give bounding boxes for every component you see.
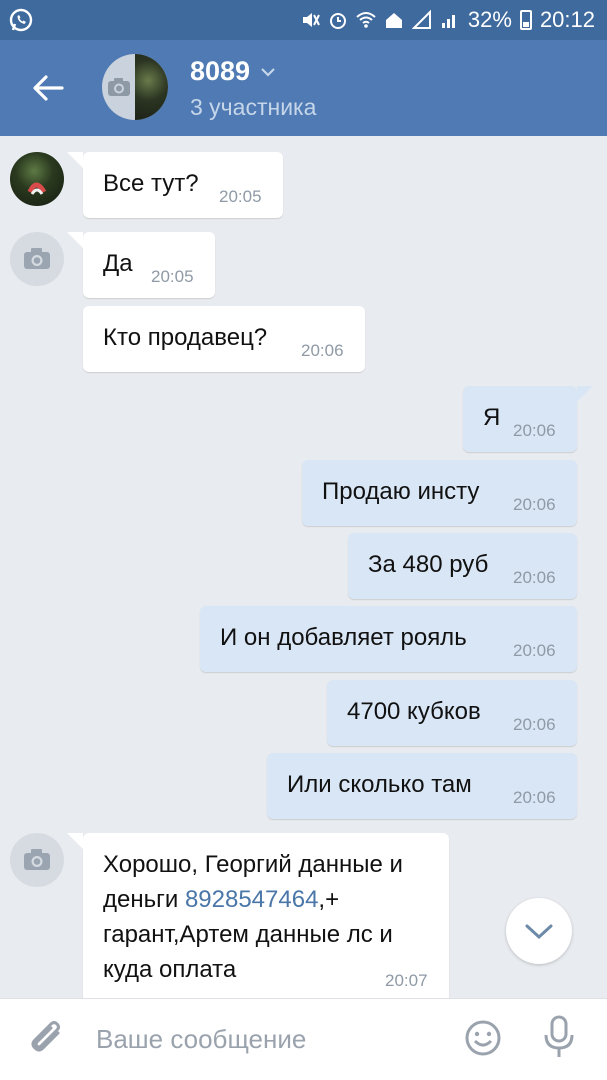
message-list[interactable]: Все тут? 20:05 Да 20:05 Кто продавец? 20… xyxy=(0,136,607,998)
mute-icon xyxy=(302,13,320,27)
message-time: 20:06 xyxy=(513,641,556,660)
message-time: 20:06 xyxy=(513,495,556,514)
signal-bars-icon xyxy=(441,15,455,28)
message-bubble[interactable]: Да 20:05 xyxy=(67,232,215,298)
camera-icon xyxy=(106,74,132,105)
arrow-left-icon xyxy=(33,75,64,101)
message-time: 20:05 xyxy=(219,187,262,206)
smiley-icon[interactable] xyxy=(464,1019,502,1062)
whatsapp-notification-icon xyxy=(8,7,34,38)
message-bubble-outgoing[interactable]: За 480 руб 20:06 xyxy=(348,533,577,599)
chat-title-text: 8089 xyxy=(190,56,251,86)
sender-avatar[interactable] xyxy=(10,232,64,286)
message-text: Или сколько там xyxy=(287,771,472,798)
message-time: 20:06 xyxy=(513,788,556,807)
message-bubble[interactable]: Все тут? 20:05 xyxy=(67,152,283,218)
chevron-down-icon xyxy=(261,67,275,77)
sender-avatar[interactable] xyxy=(10,833,64,887)
phone-link[interactable]: 8928547464 xyxy=(185,886,318,913)
message-bubble-outgoing[interactable]: 4700 кубков 20:06 xyxy=(327,680,577,746)
chat-subtitle: 3 участника xyxy=(190,94,317,120)
message-time: 20:06 xyxy=(513,421,556,440)
signal-icon xyxy=(411,10,431,29)
camera-icon xyxy=(24,248,50,269)
message-text: И он добавляет рояль xyxy=(220,624,467,651)
alarm-icon xyxy=(329,13,346,29)
message-text: 4700 кубков xyxy=(347,698,481,725)
message-input[interactable] xyxy=(96,1019,436,1059)
message-time: 20:06 xyxy=(513,715,556,734)
chevron-down-icon xyxy=(525,924,553,940)
chat-avatar[interactable] xyxy=(102,54,168,120)
message-text: Хорошо, Георгий данные и деньги 89285474… xyxy=(103,847,433,987)
status-bar: 32% 20:12 xyxy=(0,0,607,40)
message-time: 20:07 xyxy=(385,971,428,990)
avatar-photo-half xyxy=(135,54,168,120)
battery-percent: 32% xyxy=(467,7,512,32)
sender-avatar[interactable] xyxy=(10,152,64,206)
avatar-photo-icon xyxy=(27,182,47,195)
back-button[interactable] xyxy=(28,68,68,108)
message-time: 20:06 xyxy=(301,341,344,360)
message-bubble-outgoing[interactable]: Я 20:06 xyxy=(463,386,593,452)
message-text: Я xyxy=(483,404,501,431)
scroll-down-button[interactable] xyxy=(506,898,572,964)
chat-title[interactable]: 8089 xyxy=(190,56,276,87)
message-time: 20:06 xyxy=(513,568,556,587)
message-bubble-outgoing[interactable]: И он добавляет рояль 20:06 xyxy=(200,606,577,672)
battery-icon xyxy=(519,10,532,30)
message-text: Кто продавец? xyxy=(103,324,268,351)
message-text: Все тут? xyxy=(103,170,199,197)
wifi-icon xyxy=(356,12,376,28)
message-text: Да xyxy=(103,250,133,277)
home-icon xyxy=(385,13,402,28)
paperclip-icon[interactable] xyxy=(28,1019,68,1066)
message-time: 20:05 xyxy=(151,267,194,286)
message-bubble[interactable]: Хорошо, Георгий данные и деньги 89285474… xyxy=(67,833,449,998)
clock: 20:12 xyxy=(539,7,595,32)
message-bubble-outgoing[interactable]: Продаю инсту 20:06 xyxy=(302,460,577,526)
message-composer xyxy=(0,998,607,1080)
message-bubble[interactable]: Кто продавец? 20:06 xyxy=(83,306,365,372)
microphone-icon[interactable] xyxy=(542,1015,576,1066)
message-bubble-outgoing[interactable]: Или сколько там 20:06 xyxy=(267,753,577,819)
status-right: 32% 20:12 xyxy=(300,7,595,33)
chat-header: 8089 3 участника xyxy=(0,40,607,136)
message-text: Продаю инсту xyxy=(322,478,480,505)
camera-icon xyxy=(24,849,50,870)
message-text: За 480 руб xyxy=(368,551,489,578)
